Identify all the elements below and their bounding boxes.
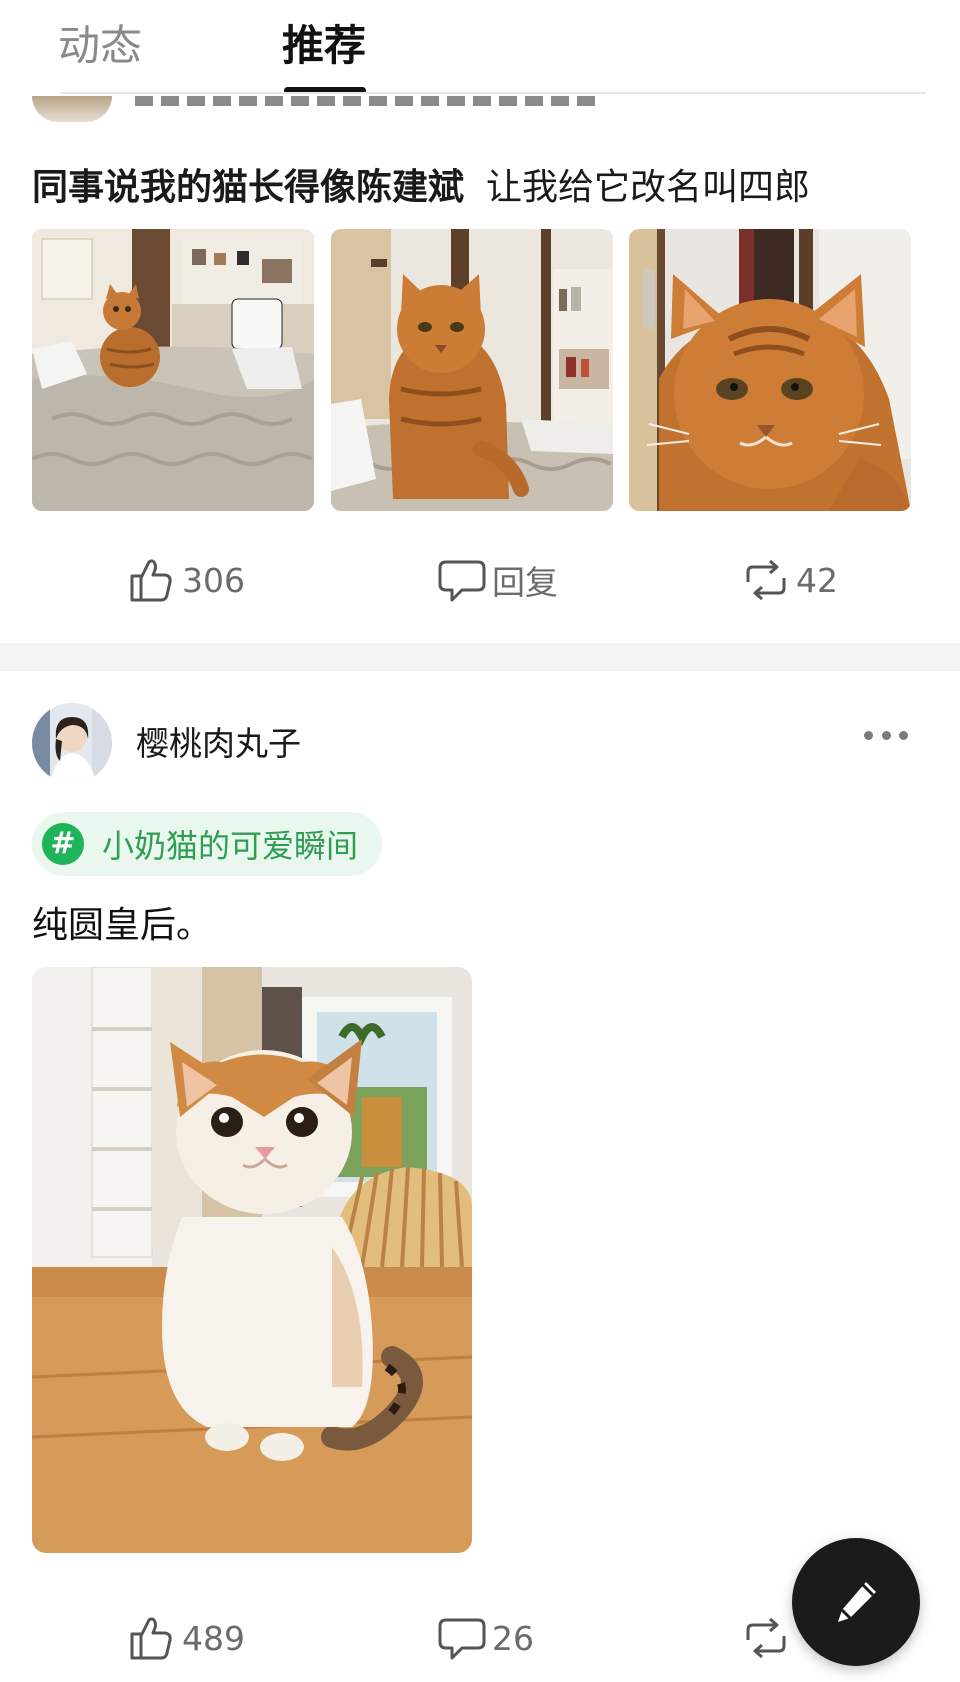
post1-header-cropped bbox=[135, 96, 595, 106]
post2-text[interactable]: 纯圆皇后。 bbox=[32, 900, 212, 952]
avatar[interactable] bbox=[32, 703, 112, 783]
more-dot bbox=[864, 730, 873, 740]
compose-button[interactable] bbox=[792, 1538, 920, 1666]
topic-label: 小奶猫的可爱瞬间 bbox=[102, 827, 359, 865]
post1-image-2[interactable] bbox=[331, 229, 613, 511]
post1-text-bold: 同事说我的猫长得像陈建斌 bbox=[32, 167, 465, 208]
username[interactable]: 樱桃肉丸子 bbox=[136, 722, 301, 766]
feed-page: 动态 推荐 同事说我的猫长得像陈建斌 让我给它改名叫四郎 306 回复 42 樱… bbox=[0, 0, 960, 1682]
top-tab-bar: 动态 推荐 bbox=[0, 0, 960, 96]
more-dot bbox=[881, 730, 891, 740]
tab-recommended[interactable]: 推荐 bbox=[282, 18, 366, 74]
post1-reply-button[interactable]: 回复 bbox=[436, 550, 558, 610]
post2-image[interactable] bbox=[32, 967, 472, 1553]
post1-repost-button[interactable]: 42 bbox=[740, 550, 838, 610]
tab-following[interactable]: 动态 bbox=[58, 18, 142, 74]
post2-reply-button[interactable]: 26 bbox=[436, 1608, 534, 1668]
post1-reply-label: 回复 bbox=[492, 563, 558, 602]
tab-divider bbox=[60, 92, 926, 94]
post1-like-button[interactable]: 306 bbox=[126, 550, 245, 610]
repost-arrows-icon bbox=[746, 559, 786, 601]
thumbs-up-icon bbox=[130, 1617, 172, 1660]
more-dot bbox=[899, 730, 908, 740]
post1-avatar-cropped[interactable] bbox=[32, 96, 112, 122]
post1-repost-count: 42 bbox=[796, 560, 838, 600]
pen-icon bbox=[838, 1582, 876, 1622]
post1-image-1[interactable] bbox=[32, 229, 314, 511]
post2-like-count: 489 bbox=[182, 1618, 245, 1658]
more-dots-icon[interactable] bbox=[864, 720, 908, 750]
topic-tag[interactable]: # 小奶猫的可爱瞬间 bbox=[32, 812, 383, 876]
post1-actions: 306 回复 42 bbox=[0, 550, 960, 610]
comment-bubble-icon bbox=[438, 1618, 486, 1660]
post2-like-button[interactable]: 489 bbox=[126, 1608, 245, 1668]
repost-arrows-icon bbox=[746, 1617, 786, 1659]
post1-text-rest: 让我给它改名叫四郎 bbox=[486, 167, 811, 208]
post2-repost-button[interactable] bbox=[740, 1608, 792, 1668]
comment-bubble-icon bbox=[438, 560, 486, 602]
hashtag-icon: # bbox=[42, 823, 84, 865]
post-separator bbox=[0, 643, 960, 671]
post1-content[interactable]: 同事说我的猫长得像陈建斌 让我给它改名叫四郎 bbox=[32, 162, 810, 214]
thumbs-up-icon bbox=[130, 559, 172, 602]
post1-image-3[interactable] bbox=[629, 229, 911, 511]
post1-like-count: 306 bbox=[182, 560, 245, 600]
post2-reply-count: 26 bbox=[492, 1618, 534, 1658]
